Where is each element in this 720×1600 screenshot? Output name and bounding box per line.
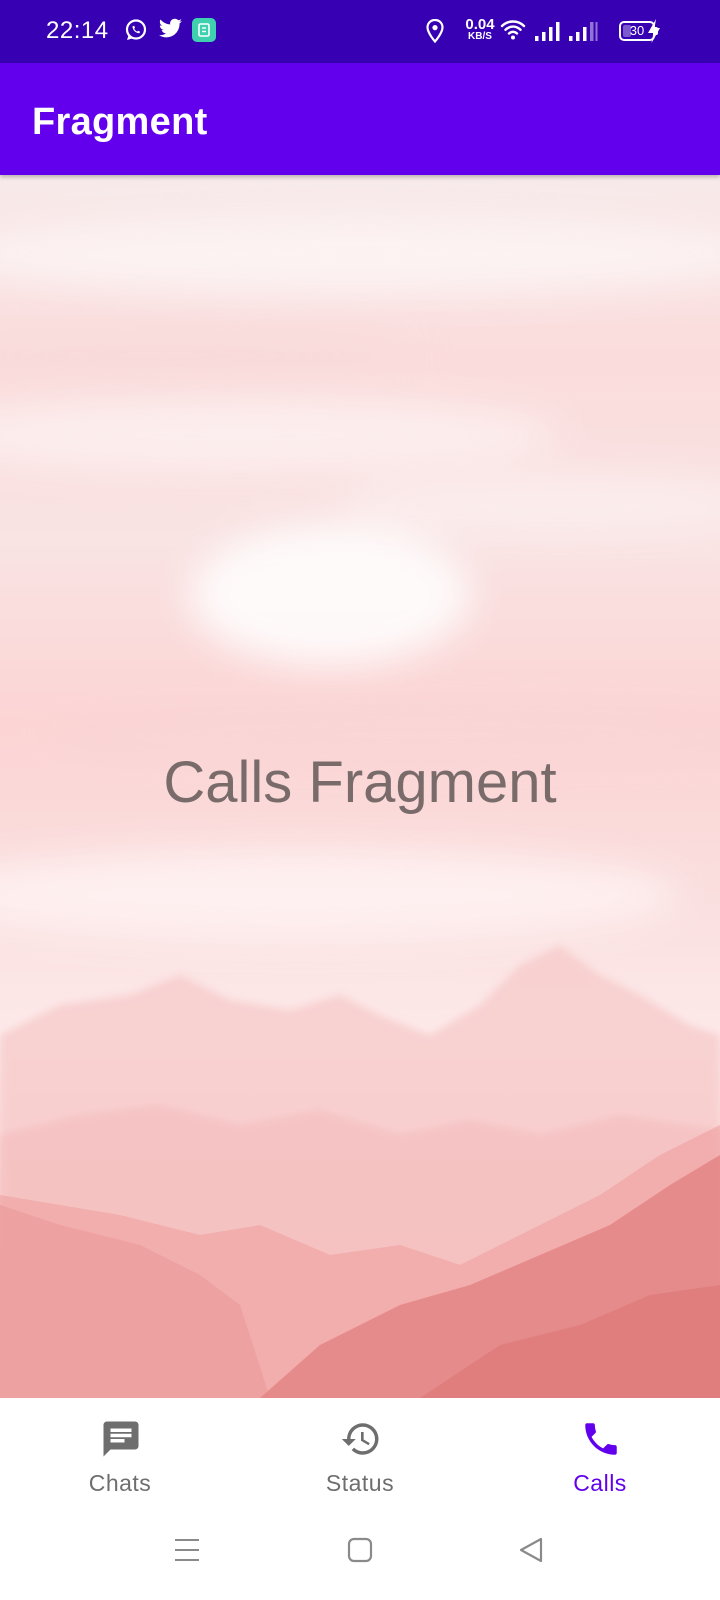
network-speed-value: 0.04 — [465, 16, 495, 33]
app-bar: Fragment — [0, 63, 720, 175]
nav-item-status[interactable]: Status — [240, 1398, 480, 1510]
wifi-icon — [500, 19, 526, 46]
chat-icon — [100, 1418, 142, 1460]
menu-icon[interactable] — [167, 1530, 207, 1570]
nav-item-calls[interactable]: Calls — [480, 1398, 720, 1510]
nav-label-chats: Chats — [88, 1470, 152, 1496]
history-icon — [340, 1418, 382, 1460]
network-speed: 0.04 KB/S — [462, 17, 498, 42]
app-title: Fragment — [32, 101, 208, 143]
nav-item-chats[interactable]: Chats — [0, 1398, 240, 1510]
signal-icon-2 — [568, 20, 598, 47]
system-navigation-bar — [0, 1510, 720, 1600]
back-icon[interactable] — [511, 1530, 551, 1570]
whatsapp-icon — [124, 18, 148, 47]
bottom-navigation: Chats Status Calls — [0, 1398, 720, 1510]
home-icon[interactable] — [340, 1530, 380, 1570]
network-speed-unit: KB/S — [468, 31, 492, 42]
location-icon — [426, 18, 444, 48]
phone-icon — [580, 1418, 622, 1460]
fragment-label: Calls Fragment — [163, 750, 557, 815]
charging-bolt-icon — [646, 18, 662, 49]
fragment-content: Calls Fragment — [0, 175, 720, 1398]
twitter-icon — [158, 18, 183, 45]
nav-label-status: Status — [325, 1470, 395, 1496]
status-time: 22:14 — [46, 17, 109, 44]
app-notification-icon — [192, 18, 216, 47]
signal-icon — [534, 20, 562, 47]
status-bar: 22:14 0.04 KB/S 30 — [0, 0, 720, 63]
nav-label-calls: Calls — [573, 1470, 627, 1496]
